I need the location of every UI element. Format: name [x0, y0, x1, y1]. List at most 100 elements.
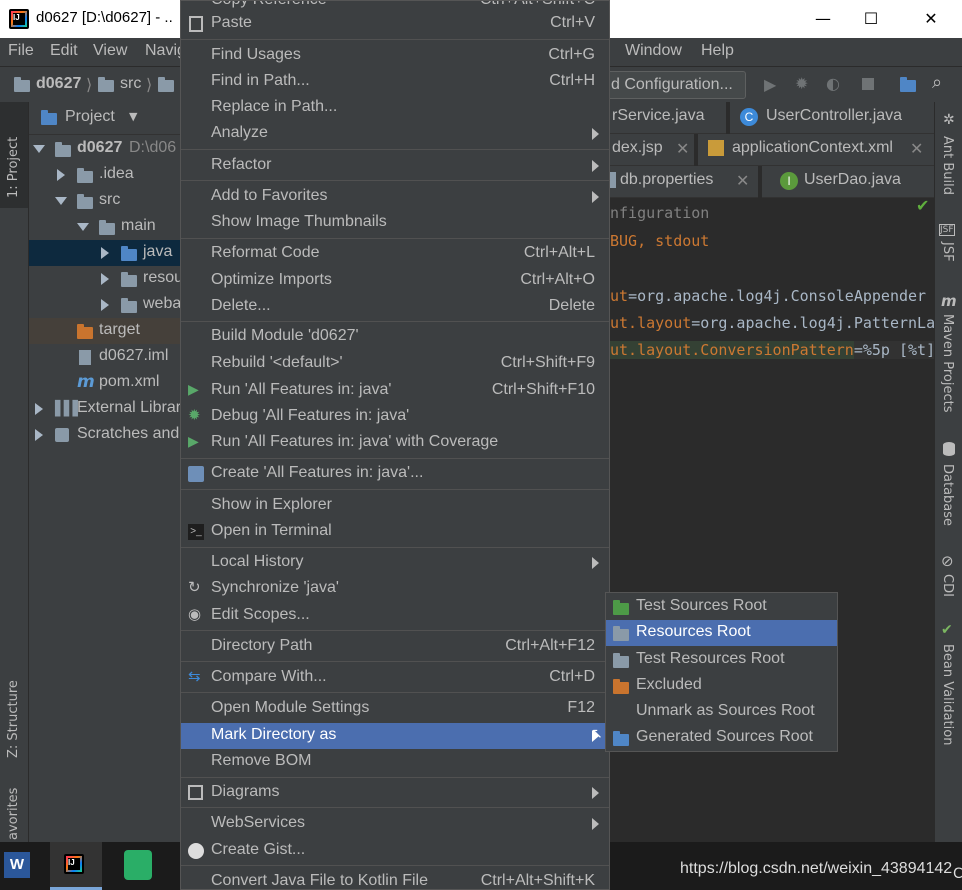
tree-row-webapp[interactable]: weba: [29, 292, 181, 318]
menu-item-open-module-settings[interactable]: Open Module Settings F12: [181, 696, 609, 722]
menu-item-optimize-imports[interactable]: Optimize Imports Ctrl+Alt+O: [181, 268, 609, 294]
search-everywhere-icon[interactable]: ⌕: [932, 72, 942, 93]
menu-view[interactable]: View: [93, 42, 127, 60]
tree-row-external-libraries[interactable]: ▌▌▌ External Librar: [29, 396, 181, 422]
menu-file[interactable]: File: [8, 42, 34, 60]
tab-user-dao[interactable]: I UserDao.java: [762, 166, 934, 198]
tree-row-pom[interactable]: m pom.xml: [29, 370, 181, 396]
menu-item-debug[interactable]: ✹ Debug 'All Features in: java': [181, 404, 609, 430]
menu-item-analyze[interactable]: Analyze: [181, 121, 609, 147]
close-tab-icon[interactable]: ✕: [736, 171, 749, 191]
cdi-tool-tab[interactable]: ⊘ CDI: [935, 552, 962, 602]
tree-row-iml[interactable]: d0627.iml: [29, 344, 181, 370]
menu-item-rebuild[interactable]: Rebuild '<default>' Ctrl+Shift+F9: [181, 351, 609, 377]
menu-item-create-run-config[interactable]: Create 'All Features in: java'...: [181, 461, 609, 487]
menu-item-show-image-thumbnails[interactable]: Show Image Thumbnails: [181, 210, 609, 236]
collapse-arrow-icon[interactable]: [101, 299, 109, 311]
tree-row-java-selected[interactable]: java: [29, 240, 181, 266]
menu-edit[interactable]: Edit: [50, 42, 78, 60]
menu-item-reformat-code[interactable]: Reformat Code Ctrl+Alt+L: [181, 241, 609, 267]
menu-item-find-usages[interactable]: Find Usages Ctrl+G: [181, 43, 609, 69]
menu-item-show-in-explorer[interactable]: Show in Explorer: [181, 493, 609, 519]
breadcrumb-separator-icon: ⟩: [86, 77, 93, 94]
tree-row-main[interactable]: main: [29, 214, 181, 240]
structure-tool-tab[interactable]: Z: Structure: [0, 662, 28, 762]
menu-item-add-to-favorites[interactable]: Add to Favorites: [181, 184, 609, 210]
collapse-arrow-icon[interactable]: [101, 247, 109, 259]
menu-help[interactable]: Help: [701, 42, 734, 60]
tree-row-target[interactable]: target: [29, 318, 181, 344]
close-tab-icon[interactable]: ✕: [676, 139, 689, 159]
tree-row-idea[interactable]: .idea: [29, 162, 181, 188]
menu-item-create-gist[interactable]: Create Gist...: [181, 838, 609, 864]
stop-icon[interactable]: [862, 78, 874, 90]
menu-item-run[interactable]: ▶ Run 'All Features in: java' Ctrl+Shift…: [181, 378, 609, 404]
menu-item-mark-directory-as[interactable]: Mark Directory as: [181, 723, 609, 749]
tree-row-scratches[interactable]: Scratches and: [29, 422, 181, 448]
intellij-taskbar-button[interactable]: IJ: [50, 842, 102, 890]
submenu-item-test-sources-root[interactable]: Test Sources Root: [606, 594, 837, 620]
breadcrumb-project[interactable]: d0627: [36, 75, 81, 93]
menu-item-synchronize[interactable]: ↻ Synchronize 'java': [181, 576, 609, 602]
expand-arrow-icon[interactable]: [77, 223, 89, 231]
submenu-item-resources-root[interactable]: Resources Root: [606, 620, 837, 646]
menu-item-build-module[interactable]: Build Module 'd0627': [181, 324, 609, 350]
menu-item-open-in-terminal[interactable]: >_ Open in Terminal: [181, 519, 609, 545]
menu-item-find-in-path[interactable]: Find in Path... Ctrl+H: [181, 69, 609, 95]
expand-arrow-icon[interactable]: [33, 145, 45, 153]
tree-row-d0627[interactable]: d0627 D:\d06: [29, 136, 181, 162]
minimize-button[interactable]: —: [800, 0, 846, 38]
word-taskbar-button[interactable]: W: [0, 842, 44, 890]
menu-item-refactor[interactable]: Refactor: [181, 153, 609, 179]
close-tab-icon[interactable]: ✕: [910, 139, 923, 159]
menu-item-paste[interactable]: Paste Ctrl+V: [181, 11, 609, 37]
menu-item-webservices[interactable]: WebServices: [181, 811, 609, 837]
chevron-down-icon[interactable]: ▼: [129, 110, 137, 123]
tab-index-jsp[interactable]: dex.jsp ✕: [610, 134, 694, 166]
inspection-ok-icon[interactable]: ✔: [916, 196, 929, 215]
favorites-tool-tab[interactable]: avorites: [0, 782, 28, 842]
run-icon[interactable]: ▶: [764, 75, 776, 94]
bean-validation-tool-tab[interactable]: ✔ Bean Validation: [935, 622, 962, 752]
submenu-item-test-resources-root[interactable]: Test Resources Root: [606, 647, 837, 673]
collapse-arrow-icon[interactable]: [57, 169, 65, 181]
run-configuration-dropdown[interactable]: d Configuration...: [596, 71, 746, 99]
collapse-arrow-icon[interactable]: [101, 273, 109, 285]
coverage-icon[interactable]: ◐: [826, 74, 840, 93]
menu-item-delete[interactable]: Delete... Delete: [181, 294, 609, 320]
project-structure-icon[interactable]: [900, 77, 916, 92]
tab-db-properties[interactable]: db.properties ✕: [610, 166, 758, 198]
menu-item-local-history[interactable]: Local History: [181, 550, 609, 576]
database-tool-tab[interactable]: Database: [935, 442, 962, 532]
submenu-item-generated-sources-root[interactable]: Generated Sources Root: [606, 725, 837, 751]
tab-application-context[interactable]: applicationContext.xml ✕: [698, 134, 934, 166]
debug-icon[interactable]: ✹: [795, 74, 808, 93]
close-button[interactable]: ✕: [908, 0, 954, 38]
menu-item-run-with-coverage[interactable]: ▶ Run 'All Features in: java' with Cover…: [181, 430, 609, 456]
menu-window[interactable]: Window: [625, 42, 682, 60]
menu-item-replace-in-path[interactable]: Replace in Path...: [181, 95, 609, 121]
collapse-arrow-icon[interactable]: [35, 403, 43, 415]
menu-item-convert-to-kotlin[interactable]: Convert Java File to Kotlin File Ctrl+Al…: [181, 869, 609, 889]
wechat-taskbar-button[interactable]: [114, 842, 164, 890]
tab-user-controller[interactable]: C UserController.java: [730, 102, 934, 134]
project-panel-header[interactable]: Project ▼: [29, 102, 181, 135]
breadcrumb-src[interactable]: src: [120, 75, 141, 93]
menu-item-edit-scopes[interactable]: ◉ Edit Scopes...: [181, 603, 609, 629]
menu-item-remove-bom[interactable]: Remove BOM: [181, 749, 609, 775]
tab-user-service[interactable]: rService.java: [610, 102, 726, 134]
menu-item-directory-path[interactable]: Directory Path Ctrl+Alt+F12: [181, 634, 609, 660]
submenu-item-unmark-sources-root[interactable]: Unmark as Sources Root: [606, 699, 837, 725]
expand-arrow-icon[interactable]: [55, 197, 67, 205]
menu-item-diagrams[interactable]: Diagrams: [181, 780, 609, 806]
jsf-tool-tab[interactable]: JSF JSF: [935, 220, 962, 270]
tree-row-resources[interactable]: resou: [29, 266, 181, 292]
collapse-arrow-icon[interactable]: [35, 429, 43, 441]
menu-item-compare-with[interactable]: ⇆ Compare With... Ctrl+D: [181, 665, 609, 691]
submenu-item-excluded[interactable]: Excluded: [606, 673, 837, 699]
ant-build-tool-tab[interactable]: ✲ Ant Build: [935, 112, 962, 202]
maven-tool-tab[interactable]: m Maven Projects: [935, 292, 962, 422]
maximize-button[interactable]: ☐: [848, 0, 894, 38]
project-tool-tab[interactable]: 1: Project: [0, 102, 28, 208]
tree-row-src[interactable]: src: [29, 188, 181, 214]
